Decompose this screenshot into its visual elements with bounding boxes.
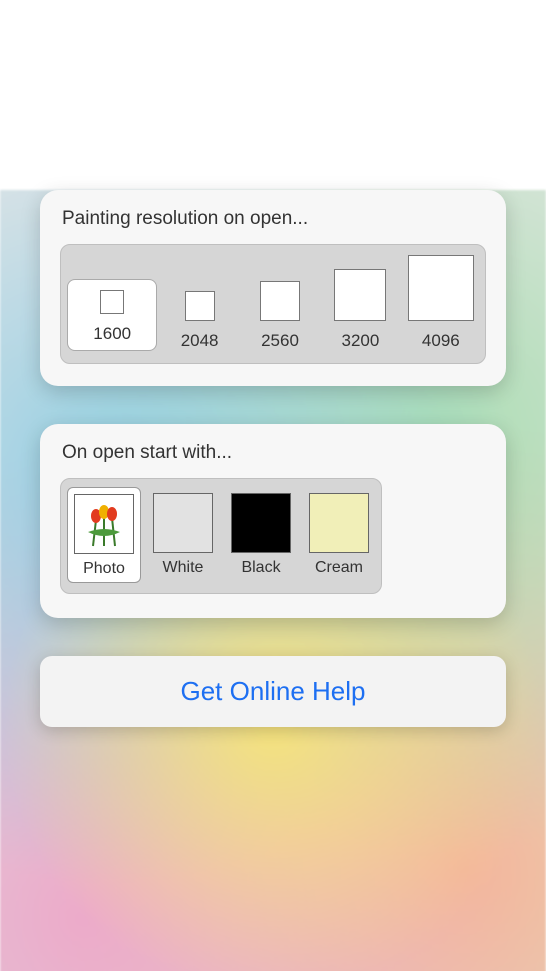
- start-with-card: On open start with... Photo: [40, 424, 506, 618]
- start-option-label: Cream: [315, 559, 363, 577]
- resolution-preview-box: [260, 281, 300, 321]
- resolution-preview-box: [100, 290, 124, 314]
- resolution-label: 1600: [93, 324, 131, 344]
- tulips-icon: [78, 498, 130, 550]
- start-option-white[interactable]: White: [147, 487, 219, 583]
- start-option-black[interactable]: Black: [225, 487, 297, 583]
- get-online-help-button[interactable]: Get Online Help: [40, 656, 506, 727]
- resolution-preview-box: [408, 255, 474, 321]
- resolution-option-1600[interactable]: 1600: [67, 279, 157, 351]
- resolution-option-2560[interactable]: 2560: [240, 281, 320, 351]
- white-swatch: [153, 493, 213, 553]
- resolution-label: 4096: [422, 331, 460, 351]
- start-option-photo[interactable]: Photo: [67, 487, 141, 583]
- black-swatch: [231, 493, 291, 553]
- resolution-preview-box: [334, 269, 386, 321]
- start-with-title: On open start with...: [62, 442, 486, 464]
- resolution-option-2048[interactable]: 2048: [159, 291, 239, 351]
- resolution-label: 2048: [181, 331, 219, 351]
- start-option-label: Black: [241, 559, 280, 577]
- start-with-options: Photo White Black Cream: [60, 478, 382, 594]
- resolution-title: Painting resolution on open...: [62, 208, 486, 230]
- resolution-option-4096[interactable]: 4096: [401, 255, 481, 351]
- cream-swatch: [309, 493, 369, 553]
- start-option-label: Photo: [83, 560, 125, 578]
- start-option-label: White: [163, 559, 204, 577]
- resolution-label: 3200: [342, 331, 380, 351]
- resolution-card: Painting resolution on open... 1600 2048…: [40, 190, 506, 386]
- resolution-option-3200[interactable]: 3200: [320, 269, 400, 351]
- photo-thumbnail: [74, 494, 134, 554]
- resolution-preview-box: [185, 291, 215, 321]
- resolution-label: 2560: [261, 331, 299, 351]
- resolution-options: 1600 2048 2560 3200 4096: [60, 244, 486, 364]
- start-option-cream[interactable]: Cream: [303, 487, 375, 583]
